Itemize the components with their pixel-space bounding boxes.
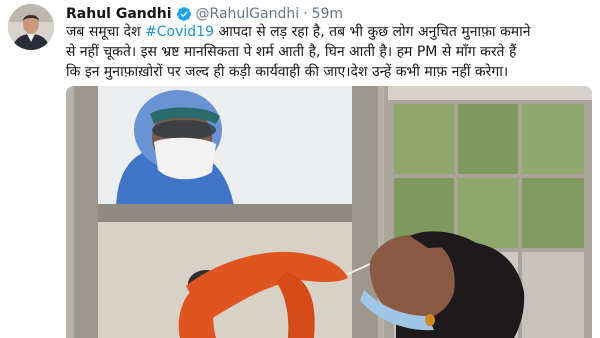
tweet-text: जब समूचा देश #Covid19 आपदा से लड़ रहा है… bbox=[66, 22, 594, 82]
tweet-text-line: से नहीं चूकते। इस भ्रष्ट मानसिकता पे शर्… bbox=[66, 44, 517, 60]
handle[interactable]: @RahulGandhi bbox=[196, 6, 300, 22]
tweet-text-line: जब समूचा देश #Covid19 आपदा से लड़ रहा है… bbox=[66, 22, 594, 42]
display-name[interactable]: Rahul Gandhi bbox=[66, 6, 172, 22]
tweet-text-line: कि इन मुनाफ़ाख़ोरों पर जल्द ही कड़ी कार्… bbox=[66, 64, 509, 80]
verified-badge-icon bbox=[176, 7, 191, 21]
tweet[interactable]: Rahul Gandhi @RahulGandhi · 59m जब समूचा… bbox=[0, 0, 600, 338]
tweet-header: Rahul Gandhi @RahulGandhi · 59m bbox=[66, 4, 343, 24]
hashtag-link[interactable]: #Covid19 bbox=[145, 24, 214, 40]
avatar-image bbox=[8, 4, 54, 50]
tweet-media-photo[interactable] bbox=[66, 86, 592, 338]
timestamp[interactable]: 59m bbox=[312, 6, 343, 22]
avatar[interactable] bbox=[8, 4, 54, 50]
media-image bbox=[66, 86, 592, 338]
tweet-text-segment: आपदा से लड़ रहा है, तब भी कुछ लोग अनुचित… bbox=[214, 24, 531, 40]
tweet-text-segment: जब समूचा देश bbox=[66, 24, 146, 40]
separator-dot: · bbox=[303, 6, 308, 22]
